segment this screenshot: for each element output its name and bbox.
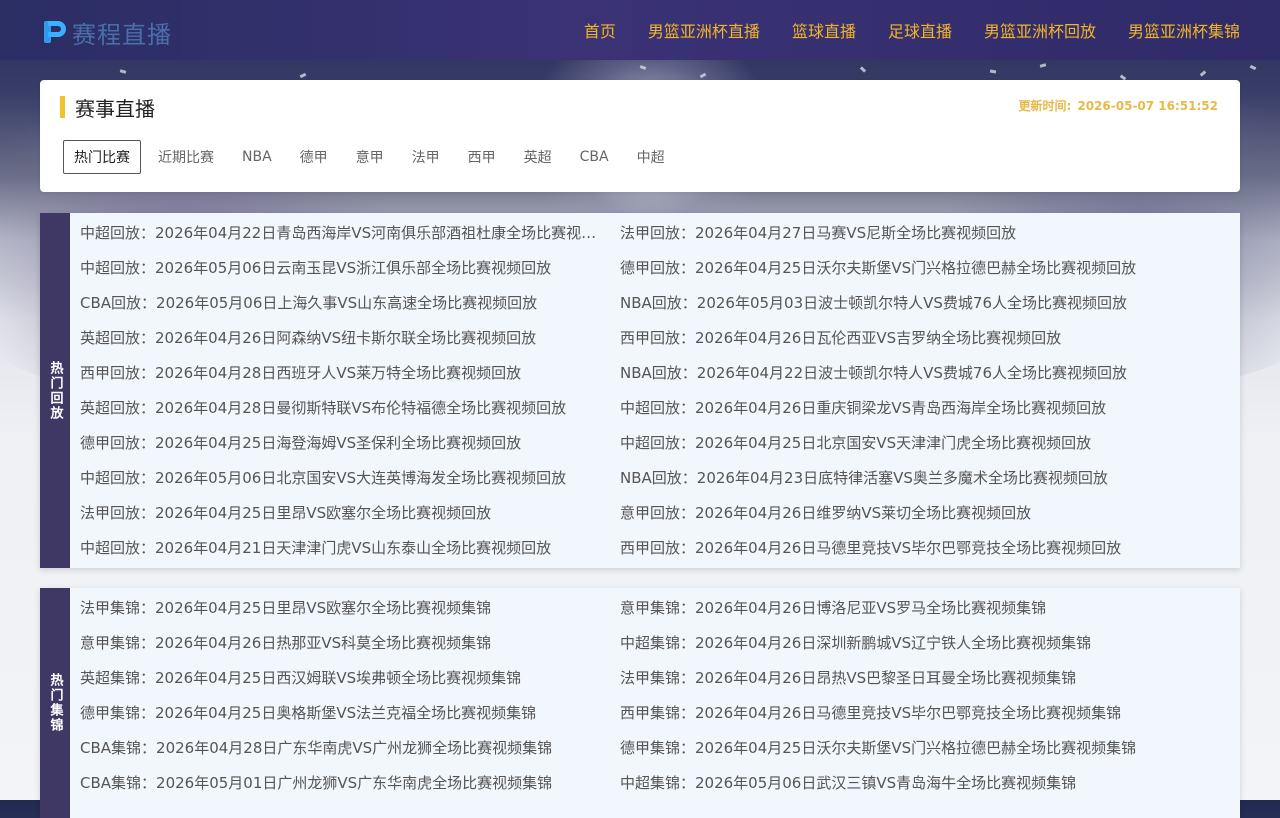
- list-item[interactable]: 中超回放：2026年04月21日天津津门虎VS山东泰山全场比赛视频回放: [80, 528, 620, 563]
- logo-text: 赛程直播: [72, 20, 172, 49]
- list-item[interactable]: 西甲回放：2026年04月28日西班牙人VS莱万特全场比赛视频回放: [80, 353, 620, 388]
- update-time-label: 更新时间:: [1018, 99, 1072, 113]
- nav-home[interactable]: 首页: [584, 18, 616, 42]
- league-tab[interactable]: 法甲: [401, 140, 451, 174]
- league-tab[interactable]: 热门比赛: [63, 140, 141, 174]
- list-item[interactable]: 法甲集锦：2026年04月25日里昂VS欧塞尔全场比赛视频集锦: [80, 588, 620, 623]
- nav-basketball-live[interactable]: 篮球直播: [792, 18, 856, 42]
- league-tabs: 热门比赛 近期比赛 NBA 德甲 意甲 法甲 西甲 英超 CBA 中超: [63, 140, 682, 174]
- hot-highlights-panel: 热门集锦 法甲集锦：2026年04月25日里昂VS欧塞尔全场比赛视频集锦 意甲集锦…: [40, 588, 1240, 818]
- list-item[interactable]: 英超集锦：2026年04月25日西汉姆联VS埃弗顿全场比赛视频集锦: [80, 658, 620, 693]
- list-item[interactable]: 德甲回放：2026年04月25日沃尔夫斯堡VS门兴格拉德巴赫全场比赛视频回放: [620, 248, 1160, 283]
- list-item[interactable]: 英超回放：2026年04月26日阿森纳VS纽卡斯尔联全场比赛视频回放: [80, 318, 620, 353]
- live-events-card: 赛事直播 更新时间: 2026-05-07 16:51:52 热门比赛 近期比赛 NB…: [40, 80, 1240, 192]
- league-tab[interactable]: NBA: [231, 142, 283, 172]
- logo-icon: [42, 19, 68, 45]
- list-item[interactable]: NBA回放：2026年05月03日波士顿凯尔特人VS费城76人全场比赛视频回放: [620, 283, 1160, 318]
- list-item[interactable]: 西甲回放：2026年04月26日马德里竞技VS毕尔巴鄂竞技全场比赛视频回放: [620, 528, 1160, 563]
- list-item[interactable]: CBA集锦：2026年04月28日广东华南虎VS广州龙狮全场比赛视频集锦: [80, 728, 620, 763]
- league-tab[interactable]: 德甲: [289, 140, 339, 174]
- list-item[interactable]: 意甲集锦：2026年04月26日热那亚VS科莫全场比赛视频集锦: [80, 623, 620, 658]
- section-title-text: 赛事直播: [75, 96, 155, 121]
- league-tab[interactable]: 西甲: [457, 140, 507, 174]
- hot-replays-list: 中超回放：2026年04月22日青岛西海岸VS河南俱乐部酒祖杜康全场比赛视频回放…: [80, 213, 1230, 563]
- league-tab[interactable]: 英超: [513, 140, 563, 174]
- list-item[interactable]: 法甲回放：2026年04月27日马赛VS尼斯全场比赛视频回放: [620, 213, 1160, 248]
- list-item[interactable]: 中超回放：2026年05月06日北京国安VS大连英博海发全场比赛视频回放: [80, 458, 620, 493]
- site-header: 赛程直播 首页 男篮亚洲杯直播 篮球直播 足球直播 男篮亚洲杯回放 男篮亚洲杯集…: [0, 0, 1280, 60]
- list-item[interactable]: 中超回放：2026年04月26日重庆铜梁龙VS青岛西海岸全场比赛视频回放: [620, 388, 1160, 423]
- list-item[interactable]: NBA回放：2026年04月23日底特律活塞VS奥兰多魔术全场比赛视频回放: [620, 458, 1160, 493]
- section-title: 赛事直播: [60, 95, 155, 121]
- list-item[interactable]: 中超集锦：2026年04月26日深圳新鹏城VS辽宁铁人全场比赛视频集锦: [620, 623, 1160, 658]
- list-item[interactable]: 英超回放：2026年04月28日曼彻斯特联VS布伦特福德全场比赛视频回放: [80, 388, 620, 423]
- update-time: 更新时间: 2026-05-07 16:51:52: [1019, 97, 1218, 114]
- list-item[interactable]: 中超集锦：2026年05月06日武汉三镇VS青岛海牛全场比赛视频集锦: [620, 763, 1160, 798]
- league-tab[interactable]: 意甲: [345, 140, 395, 174]
- hot-replays-panel: 热门回放 中超回放：2026年04月22日青岛西海岸VS河南俱乐部酒祖杜康全场比…: [40, 213, 1240, 568]
- main-nav: 首页 男篮亚洲杯直播 篮球直播 足球直播 男篮亚洲杯回放 男篮亚洲杯集锦: [552, 0, 1240, 60]
- list-item[interactable]: 中超回放：2026年04月25日北京国安VS天津津门虎全场比赛视频回放: [620, 423, 1160, 458]
- list-item[interactable]: 法甲集锦：2026年04月26日昂热VS巴黎圣日耳曼全场比赛视频集锦: [620, 658, 1160, 693]
- hot-highlights-list: 法甲集锦：2026年04月25日里昂VS欧塞尔全场比赛视频集锦 意甲集锦：2026…: [80, 588, 1230, 798]
- list-item[interactable]: 法甲回放：2026年04月25日里昂VS欧塞尔全场比赛视频回放: [80, 493, 620, 528]
- list-item[interactable]: 德甲集锦：2026年04月25日沃尔夫斯堡VS门兴格拉德巴赫全场比赛视频集锦: [620, 728, 1160, 763]
- list-item[interactable]: CBA回放：2026年05月06日上海久事VS山东高速全场比赛视频回放: [80, 283, 620, 318]
- list-item[interactable]: 西甲回放：2026年04月26日瓦伦西亚VS吉罗纳全场比赛视频回放: [620, 318, 1160, 353]
- league-tab[interactable]: 中超: [626, 140, 676, 174]
- hot-replays-label: 热门回放: [40, 213, 70, 568]
- site-logo[interactable]: 赛程直播: [42, 17, 172, 49]
- league-tab[interactable]: CBA: [569, 142, 620, 172]
- list-item[interactable]: 德甲回放：2026年04月25日海登海姆VS圣保利全场比赛视频回放: [80, 423, 620, 458]
- list-item[interactable]: 德甲集锦：2026年04月25日奥格斯堡VS法兰克福全场比赛视频集锦: [80, 693, 620, 728]
- hot-highlights-label: 热门集锦: [40, 588, 70, 818]
- list-item[interactable]: CBA集锦：2026年05月01日广州龙狮VS广东华南虎全场比赛视频集锦: [80, 763, 620, 798]
- nav-asia-cup-replay[interactable]: 男篮亚洲杯回放: [984, 18, 1096, 42]
- nav-football-live[interactable]: 足球直播: [888, 18, 952, 42]
- list-item[interactable]: 意甲集锦：2026年04月26日博洛尼亚VS罗马全场比赛视频集锦: [620, 588, 1160, 623]
- title-accent-bar: [60, 96, 65, 118]
- list-item[interactable]: 中超回放：2026年04月22日青岛西海岸VS河南俱乐部酒祖杜康全场比赛视频回放: [80, 213, 620, 248]
- list-item[interactable]: 西甲集锦：2026年04月26日马德里竞技VS毕尔巴鄂竞技全场比赛视频集锦: [620, 693, 1160, 728]
- list-item[interactable]: 中超回放：2026年05月06日云南玉昆VS浙江俱乐部全场比赛视频回放: [80, 248, 620, 283]
- list-item[interactable]: 意甲回放：2026年04月26日维罗纳VS莱切全场比赛视频回放: [620, 493, 1160, 528]
- nav-asia-cup-live[interactable]: 男篮亚洲杯直播: [648, 18, 760, 42]
- update-time-value: 2026-05-07 16:51:52: [1077, 99, 1218, 113]
- list-item[interactable]: NBA回放：2026年04月22日波士顿凯尔特人VS费城76人全场比赛视频回放: [620, 353, 1160, 388]
- nav-asia-cup-highlights[interactable]: 男篮亚洲杯集锦: [1128, 18, 1240, 42]
- league-tab[interactable]: 近期比赛: [147, 140, 225, 174]
